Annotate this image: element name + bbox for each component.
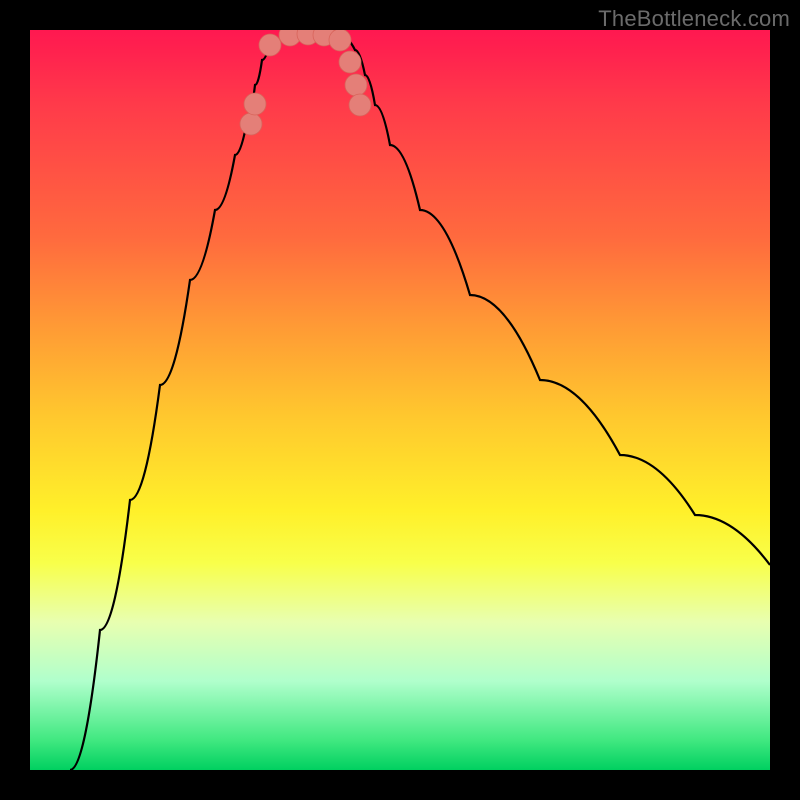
marker-dot xyxy=(240,113,262,135)
marker-dot xyxy=(244,93,266,115)
marker-dot xyxy=(259,34,281,56)
marker-dot xyxy=(349,94,371,116)
marker-dot xyxy=(329,30,351,51)
marker-dots-group xyxy=(240,30,371,135)
watermark-text: TheBottleneck.com xyxy=(598,6,790,32)
marker-dot xyxy=(339,51,361,73)
chart-plot-area xyxy=(30,30,770,770)
right-curve xyxy=(315,33,770,565)
marker-dot xyxy=(345,74,367,96)
chart-svg xyxy=(30,30,770,770)
chart-frame: TheBottleneck.com xyxy=(0,0,800,800)
left-curve xyxy=(70,33,315,770)
